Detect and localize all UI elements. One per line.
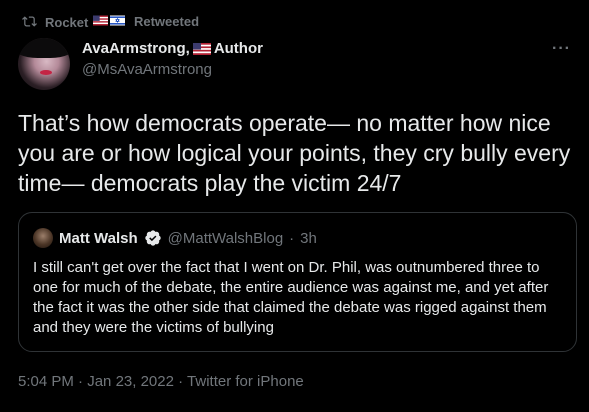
- verified-badge-icon: [144, 230, 161, 246]
- retweeter-name[interactable]: Rocket: [45, 13, 126, 30]
- tweet-meta: 5:04 PM · Jan 23, 2022 · Twitter for iPh…: [18, 373, 304, 390]
- author-avatar[interactable]: [18, 38, 70, 90]
- quote-author-avatar: [33, 228, 53, 248]
- quote-tweet-card[interactable]: Matt Walsh @MattWalshBlog · 3h I still c…: [18, 212, 577, 352]
- author-handle[interactable]: @MsAvaArmstrong: [82, 61, 263, 78]
- quote-time: 3h: [300, 229, 317, 247]
- tweet-header: AvaArmstrong, Author @MsAvaArmstrong ···: [18, 38, 571, 90]
- us-flag-icon: [92, 15, 108, 26]
- quote-separator: ·: [289, 229, 295, 247]
- author-info[interactable]: AvaArmstrong, Author @MsAvaArmstrong: [82, 40, 263, 78]
- author-name-suffix: Author: [213, 40, 263, 57]
- quote-text: I still can't get over the fact that I w…: [33, 259, 549, 336]
- quote-author-handle: @MattWalshBlog: [167, 229, 284, 247]
- quote-author-name: Matt Walsh: [59, 229, 138, 247]
- author-name[interactable]: AvaArmstrong, Author: [82, 40, 263, 57]
- retweeted-label: Retweeted: [133, 14, 200, 29]
- tweet-source[interactable]: Twitter for iPhone: [187, 373, 304, 390]
- retweeter-name-text: Rocket: [45, 15, 89, 30]
- retweet-context[interactable]: Rocket Retweeted: [22, 13, 199, 30]
- us-flag-icon: [192, 42, 211, 55]
- retweet-icon: [22, 16, 37, 27]
- meta-separator: ·: [73, 373, 88, 390]
- tweet-date[interactable]: Jan 23, 2022: [87, 373, 174, 390]
- tweet-text: That’s how democrats operate— no matter …: [18, 110, 571, 196]
- more-icon[interactable]: ···: [552, 40, 571, 58]
- meta-separator: ·: [173, 373, 188, 390]
- tweet-time[interactable]: 5:04 PM: [18, 373, 74, 390]
- quote-header: Matt Walsh @MattWalshBlog · 3h: [33, 228, 317, 248]
- author-name-text: AvaArmstrong,: [82, 40, 190, 57]
- israel-flag-icon: [109, 15, 125, 26]
